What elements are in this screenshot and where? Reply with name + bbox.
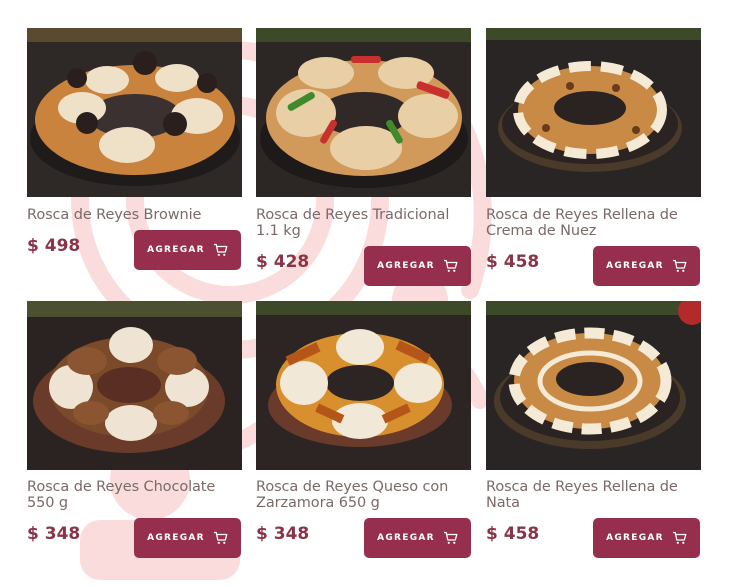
product-price: $ 348 bbox=[256, 524, 310, 544]
product-image[interactable] bbox=[27, 28, 242, 197]
add-to-cart-button[interactable]: AGREGAR bbox=[134, 230, 241, 270]
add-to-cart-button[interactable]: AGREGAR bbox=[593, 518, 700, 558]
cart-icon bbox=[672, 531, 687, 544]
product-card: Rosca de Reyes Queso con Zarzamora 650 g… bbox=[256, 301, 471, 561]
product-name[interactable]: Rosca de Reyes Tradicional 1.1 kg bbox=[256, 207, 471, 239]
add-to-cart-label: AGREGAR bbox=[377, 533, 435, 543]
add-to-cart-label: AGREGAR bbox=[147, 533, 205, 543]
product-price: $ 498 bbox=[27, 236, 81, 256]
add-to-cart-button[interactable]: AGREGAR bbox=[593, 246, 700, 286]
product-price: $ 428 bbox=[256, 252, 310, 272]
product-name[interactable]: Rosca de Reyes Rellena de Crema de Nuez bbox=[486, 207, 701, 239]
product-image[interactable] bbox=[486, 28, 701, 197]
product-card: Rosca de Reyes Tradicional 1.1 kg $ 428 … bbox=[256, 28, 471, 288]
product-card: Rosca de Reyes Chocolate 550 g $ 348 AGR… bbox=[27, 301, 242, 561]
cart-icon bbox=[443, 531, 458, 544]
cart-icon bbox=[443, 259, 458, 272]
product-image[interactable] bbox=[256, 301, 471, 470]
add-to-cart-label: AGREGAR bbox=[377, 261, 435, 271]
product-image[interactable] bbox=[27, 301, 242, 470]
product-card: Rosca de Reyes Rellena de Nata $ 458 AGR… bbox=[486, 301, 701, 561]
product-price: $ 348 bbox=[27, 524, 81, 544]
add-to-cart-button[interactable]: AGREGAR bbox=[364, 246, 471, 286]
product-name[interactable]: Rosca de Reyes Chocolate 550 g bbox=[27, 479, 242, 511]
add-to-cart-button[interactable]: AGREGAR bbox=[364, 518, 471, 558]
product-name[interactable]: Rosca de Reyes Brownie bbox=[27, 207, 242, 224]
cart-icon bbox=[672, 259, 687, 272]
add-to-cart-label: AGREGAR bbox=[606, 261, 664, 271]
product-image[interactable] bbox=[486, 301, 701, 470]
product-card: Rosca de Reyes Rellena de Crema de Nuez … bbox=[486, 28, 701, 288]
product-price: $ 458 bbox=[486, 524, 540, 544]
product-name[interactable]: Rosca de Reyes Queso con Zarzamora 650 g bbox=[256, 479, 471, 511]
product-image[interactable] bbox=[256, 28, 471, 197]
add-to-cart-label: AGREGAR bbox=[606, 533, 664, 543]
add-to-cart-label: AGREGAR bbox=[147, 245, 205, 255]
cart-icon bbox=[213, 243, 228, 256]
add-to-cart-button[interactable]: AGREGAR bbox=[134, 518, 241, 558]
product-name[interactable]: Rosca de Reyes Rellena de Nata bbox=[486, 479, 701, 511]
product-price: $ 458 bbox=[486, 252, 540, 272]
product-grid: Rosca de Reyes Brownie $ 498 AGREGAR Ros… bbox=[0, 0, 737, 587]
product-card: Rosca de Reyes Brownie $ 498 AGREGAR bbox=[27, 28, 242, 278]
cart-icon bbox=[213, 531, 228, 544]
